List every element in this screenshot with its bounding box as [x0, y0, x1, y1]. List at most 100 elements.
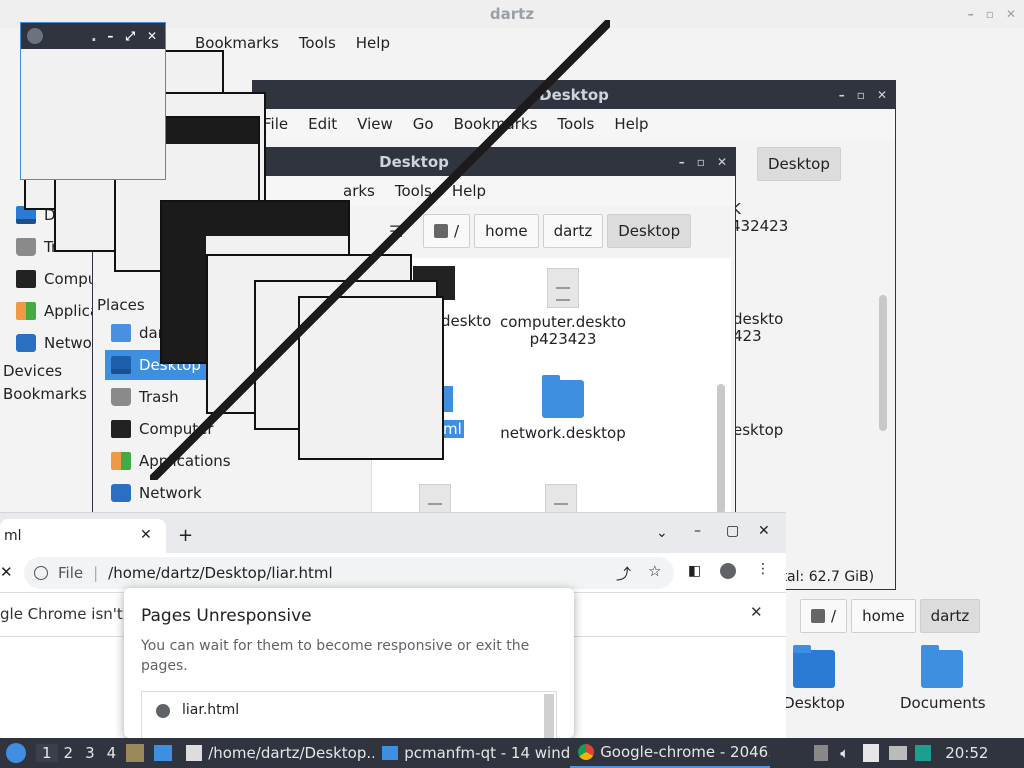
close-icon[interactable]: ✕ [758, 523, 770, 539]
file-partial-deskto[interactable]: deskto 423 [733, 311, 783, 345]
profile-icon[interactable] [720, 563, 736, 579]
close-icon[interactable]: ✕ [877, 81, 887, 109]
file-manager-launcher-icon[interactable] [126, 744, 145, 762]
crumb-desktop[interactable]: Desktop [607, 214, 692, 248]
pages-unresponsive-dialog: Pages Unresponsive You can wait for them… [124, 588, 574, 738]
chrome-icon [578, 744, 595, 760]
minimize-icon[interactable]: – [968, 0, 974, 28]
file-computer-desktop[interactable]: computer.deskto p423423 [497, 268, 629, 348]
sidebar-item-applications[interactable]: Applications [105, 446, 305, 476]
side-panel-icon[interactable]: ◧ [688, 563, 701, 579]
volume-icon[interactable]: 🔈︎ [840, 744, 849, 762]
crumb-home[interactable]: home [474, 214, 539, 248]
breadcrumb: / home dartz [800, 599, 981, 633]
sidebar-item-network[interactable]: Netwo [10, 328, 92, 358]
workspace-2[interactable]: 2 [58, 744, 80, 762]
minimize-icon[interactable]: – [679, 148, 685, 176]
dialog-body: You can wait for them to become responsi… [141, 638, 530, 674]
task-chrome[interactable]: Google-chrome - 2046... [570, 738, 771, 768]
devices-label: Devices [3, 362, 63, 380]
tab-liar[interactable]: ml ✕ [0, 519, 166, 553]
close-icon[interactable]: ✕ [1006, 0, 1016, 28]
window-title: Desktop [379, 153, 449, 171]
crumb-dartz[interactable]: dartz [542, 214, 604, 248]
status-bar: otal: 62.7 GiB) [773, 569, 875, 585]
crumb-desktop[interactable]: Desktop [757, 147, 841, 181]
window-title: Desktop [539, 86, 609, 104]
ghost-window [298, 296, 444, 460]
crumb-root[interactable]: / [800, 599, 848, 633]
applications-icon [111, 452, 131, 470]
scrollbar[interactable] [544, 694, 554, 738]
file-partial-k[interactable]: K432423 [731, 201, 788, 235]
window-title: . [91, 27, 97, 45]
info-icon [34, 566, 48, 580]
share-icon[interactable]: ⤴ [616, 563, 631, 584]
show-desktop-icon[interactable] [154, 745, 173, 761]
menu-icon[interactable]: ⋮ [756, 561, 770, 577]
maximize-icon[interactable]: ▫ [697, 148, 705, 176]
folder-icon [382, 746, 399, 760]
sidebar-item-applications[interactable]: Applica [10, 296, 99, 326]
maximize-icon[interactable]: ⤢ [125, 23, 135, 49]
file-partial-esktop[interactable]: esktop [733, 421, 783, 439]
titlebar-small[interactable]: . – ⤢ ✕ [21, 23, 165, 49]
new-tab-button[interactable]: + [178, 525, 193, 546]
bookmark-star-icon[interactable]: ☆ [648, 562, 661, 580]
reload-icon[interactable]: ✕ [0, 563, 13, 581]
list-item[interactable]: liar.html [182, 702, 239, 718]
tab-search-icon[interactable]: ⌄ [656, 525, 668, 541]
menu-view[interactable]: View [347, 115, 403, 133]
workspace-1[interactable]: 1 [36, 744, 58, 762]
file-network-desktop[interactable]: network.desktop [497, 375, 629, 442]
minimize-icon[interactable]: – [694, 523, 701, 539]
crumb-root[interactable]: / [423, 214, 471, 248]
task-pcmanfm[interactable]: pcmanfm-qt - 14 wind... [374, 738, 570, 768]
task-editor[interactable]: /home/dartz/Desktop... [178, 738, 374, 768]
close-icon[interactable]: ✕ [147, 23, 157, 49]
minimize-icon[interactable]: – [107, 23, 113, 49]
update-icon[interactable] [915, 745, 932, 761]
maximize-icon[interactable]: ▢ [726, 523, 739, 539]
sidebar-item-computer[interactable]: Compu [10, 264, 97, 294]
start-menu-icon[interactable] [6, 743, 26, 763]
menu-tools[interactable]: Tools [547, 115, 604, 133]
list-view-icon[interactable]: ☰ [389, 222, 403, 241]
sidebar-item-network[interactable]: Network [105, 478, 305, 508]
menu-bookmarks[interactable]: Bookmarks [444, 115, 548, 133]
clipboard-icon[interactable] [814, 745, 829, 761]
menu-tools[interactable]: Tools [385, 182, 442, 200]
scrollbar[interactable] [879, 295, 887, 431]
maximize-icon[interactable]: ▫ [986, 0, 994, 28]
tab-strip: ml ✕ + ⌄ – ▢ ✕ [0, 513, 786, 553]
menu-bookmarks[interactable]: arks [333, 182, 385, 200]
page-list[interactable]: liar.html [141, 691, 557, 738]
maximize-icon[interactable]: ▫ [857, 81, 865, 109]
url-text: /home/dartz/Desktop/liar.html [108, 564, 333, 582]
menu-help[interactable]: Help [346, 34, 400, 52]
file-partial-deskto[interactable]: deskto [441, 312, 491, 330]
crumb-dartz[interactable]: dartz [919, 599, 981, 633]
workspace-3[interactable]: 3 [79, 744, 101, 762]
crumb-home[interactable]: home [851, 599, 916, 633]
notes-icon[interactable] [863, 744, 880, 762]
dialog-title: Pages Unresponsive [141, 606, 312, 626]
menu-edit[interactable]: Edit [298, 115, 347, 133]
file-desktop[interactable]: Desktop [782, 645, 846, 712]
network-icon[interactable] [889, 746, 908, 760]
infobar-close-icon[interactable]: ✕ [750, 603, 763, 621]
file-documents[interactable]: Documents [900, 645, 986, 712]
minimize-icon[interactable]: – [839, 81, 845, 109]
menu-help[interactable]: Help [442, 182, 496, 200]
menu-go[interactable]: Go [403, 115, 444, 133]
documents-folder-icon [921, 645, 963, 688]
tab-close-icon[interactable]: ✕ [140, 527, 152, 543]
address-bar[interactable]: File | /home/dartz/Desktop/liar.html ⤴ ☆ [24, 557, 674, 589]
close-icon[interactable]: ✕ [717, 148, 727, 176]
titlebar-desktop-1[interactable]: Desktop – ▫ ✕ [253, 81, 895, 109]
menu-tools[interactable]: Tools [289, 34, 346, 52]
workspace-4[interactable]: 4 [101, 744, 123, 762]
menu-help[interactable]: Help [604, 115, 658, 133]
file-partial-selected[interactable]: ml [441, 420, 464, 438]
scrollbar[interactable] [717, 384, 725, 514]
